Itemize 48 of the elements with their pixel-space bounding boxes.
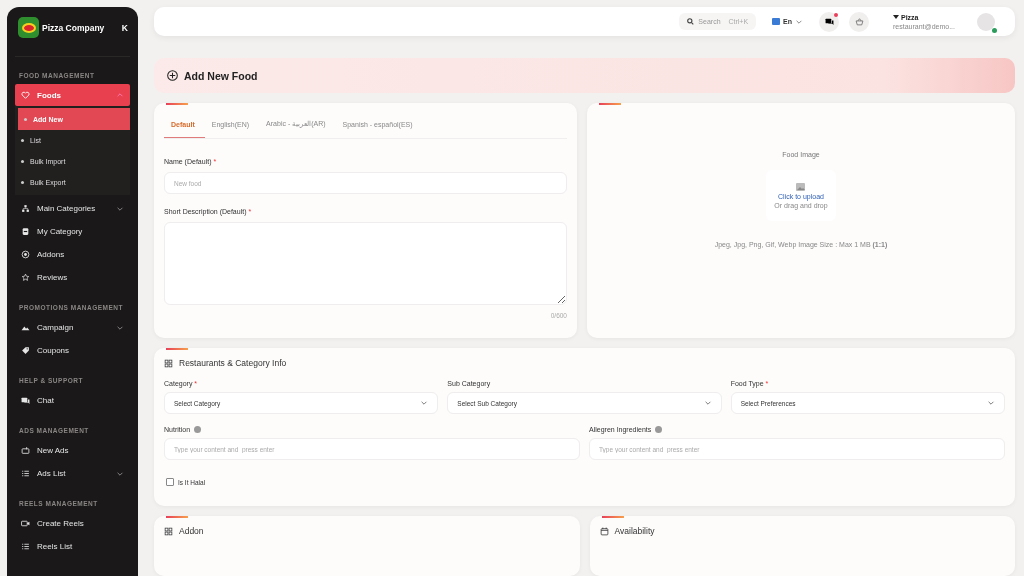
list-icon xyxy=(21,469,30,478)
sidebar-item[interactable]: Foods xyxy=(15,84,130,106)
sidebar-item[interactable]: Campaign xyxy=(15,316,130,339)
heart-icon xyxy=(21,90,30,100)
screen-icon xyxy=(21,446,30,455)
search-icon xyxy=(687,18,695,26)
sidebar-item[interactable]: Chat xyxy=(15,389,130,412)
sidebar-item[interactable]: Addons xyxy=(15,243,130,266)
sidebar-item[interactable]: Coupons xyxy=(15,339,130,362)
avatar[interactable] xyxy=(977,12,995,31)
caret-icon xyxy=(893,14,900,20)
description-input[interactable] xyxy=(164,222,567,305)
basket-icon xyxy=(854,17,864,27)
sidebar-item[interactable]: My Category xyxy=(15,220,130,243)
basket-button[interactable] xyxy=(849,11,870,32)
chat-icon xyxy=(21,396,30,405)
star-icon xyxy=(21,273,30,282)
chevron-down-icon xyxy=(987,399,995,407)
calendar-icon xyxy=(599,526,609,536)
sidebar-item[interactable]: Ads List xyxy=(15,462,130,485)
circle-icon xyxy=(21,250,30,259)
grid-icon xyxy=(164,526,173,536)
chevron-down-icon xyxy=(420,399,429,407)
list-icon xyxy=(21,542,30,551)
sidebar-item[interactable]: Reels List xyxy=(15,535,130,558)
message-button[interactable] xyxy=(819,11,840,32)
hierarchy-icon xyxy=(21,204,30,213)
brand-name: Pizza Company xyxy=(42,22,106,33)
tag-icon xyxy=(21,346,30,355)
page-title: Add New Food xyxy=(184,69,258,82)
sidebar-item[interactable]: Create Reels xyxy=(15,512,130,535)
printer-icon xyxy=(21,227,30,236)
sidebar-item[interactable]: Reviews xyxy=(15,266,130,289)
video-icon xyxy=(21,519,30,528)
logo xyxy=(18,17,39,38)
sidebar-item[interactable]: New Ads xyxy=(15,439,130,462)
add-icon xyxy=(167,70,178,82)
chevron-down-icon xyxy=(703,399,712,407)
card-title: Restaurants & Category Info xyxy=(179,358,287,368)
collapse-button[interactable]: K xyxy=(121,22,128,33)
card-title: Availability xyxy=(614,526,655,536)
image-icon xyxy=(796,182,806,191)
chevron-up-icon xyxy=(116,91,124,99)
checkbox[interactable] xyxy=(166,478,174,486)
grid-icon xyxy=(164,358,173,368)
card-title: Addon xyxy=(179,526,204,536)
chat-icon xyxy=(824,17,834,27)
sidebar-item[interactable]: Main Categories xyxy=(15,197,130,220)
